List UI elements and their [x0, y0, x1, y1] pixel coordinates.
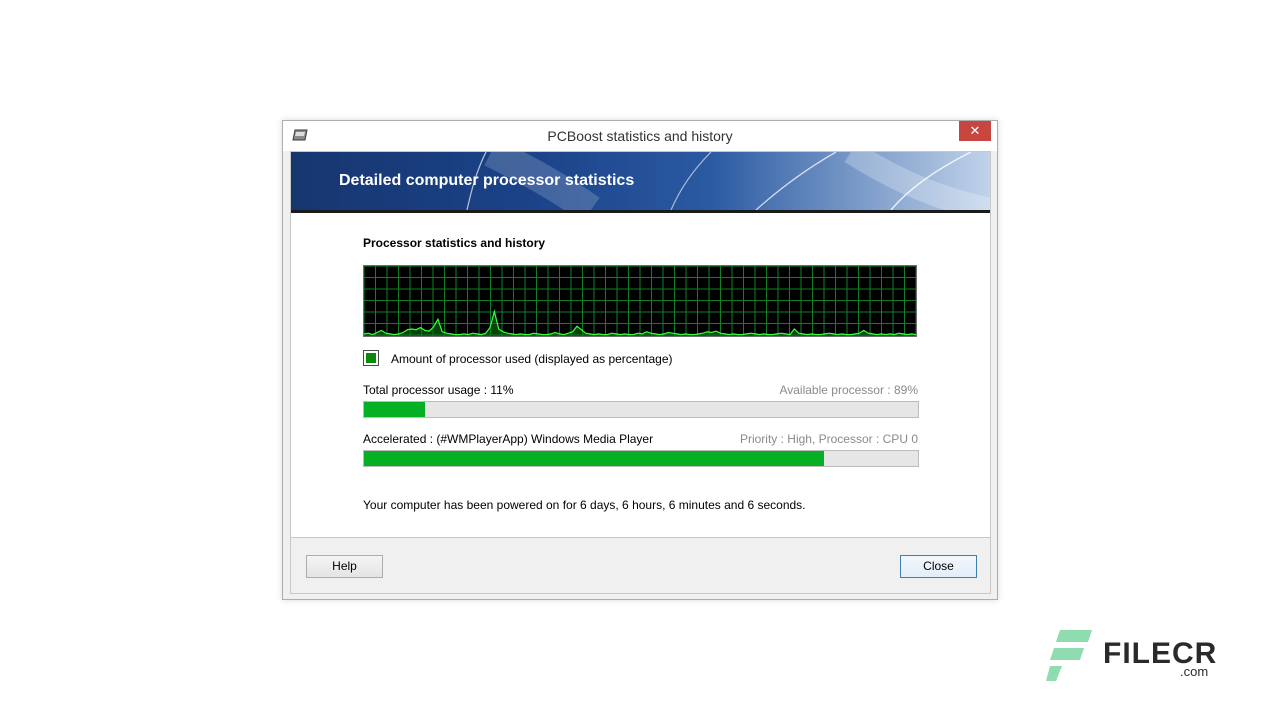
filecr-watermark: FILECR .com	[1046, 628, 1226, 684]
window-close-button[interactable]: ✕	[959, 121, 991, 141]
header-banner: Detailed computer processor statistics	[291, 152, 990, 210]
total-usage-label: Total processor usage : 11%	[363, 383, 514, 397]
cpu-history-chart	[363, 265, 917, 336]
window-title: PCBoost statistics and history	[547, 128, 733, 144]
section-title: Processor statistics and history	[363, 236, 546, 250]
dialog-client-area: Detailed computer processor statistics P…	[290, 151, 991, 594]
priority-label: Priority : High, Processor : CPU 0	[739, 432, 918, 446]
banner-title: Detailed computer processor statistics	[339, 172, 635, 189]
statistics-panel: Processor statistics and history Amount …	[291, 213, 990, 538]
legend-label: Amount of processor used (displayed as p…	[391, 352, 673, 366]
uptime-text: Your computer has been powered on for 6 …	[363, 498, 806, 512]
close-button[interactable]: Close	[900, 555, 977, 578]
filecr-logo-icon	[1046, 630, 1092, 681]
cpu-history-graph	[363, 265, 917, 337]
title-bar[interactable]: PCBoost statistics and history ✕	[283, 121, 997, 151]
accelerated-app-bar-fill	[364, 451, 824, 466]
total-usage-bar	[363, 401, 919, 418]
watermark-suffix: .com	[1180, 664, 1209, 679]
statistics-window: PCBoost statistics and history ✕ Detaile…	[282, 120, 998, 600]
legend-swatch	[363, 350, 379, 366]
accelerated-app-bar	[363, 450, 919, 467]
help-button[interactable]: Help	[306, 555, 383, 578]
available-processor-label: Available processor : 89%	[779, 383, 918, 397]
total-usage-bar-fill	[364, 402, 425, 417]
accelerated-app-label: Accelerated : (#WMPlayerApp) Windows Med…	[363, 432, 654, 446]
